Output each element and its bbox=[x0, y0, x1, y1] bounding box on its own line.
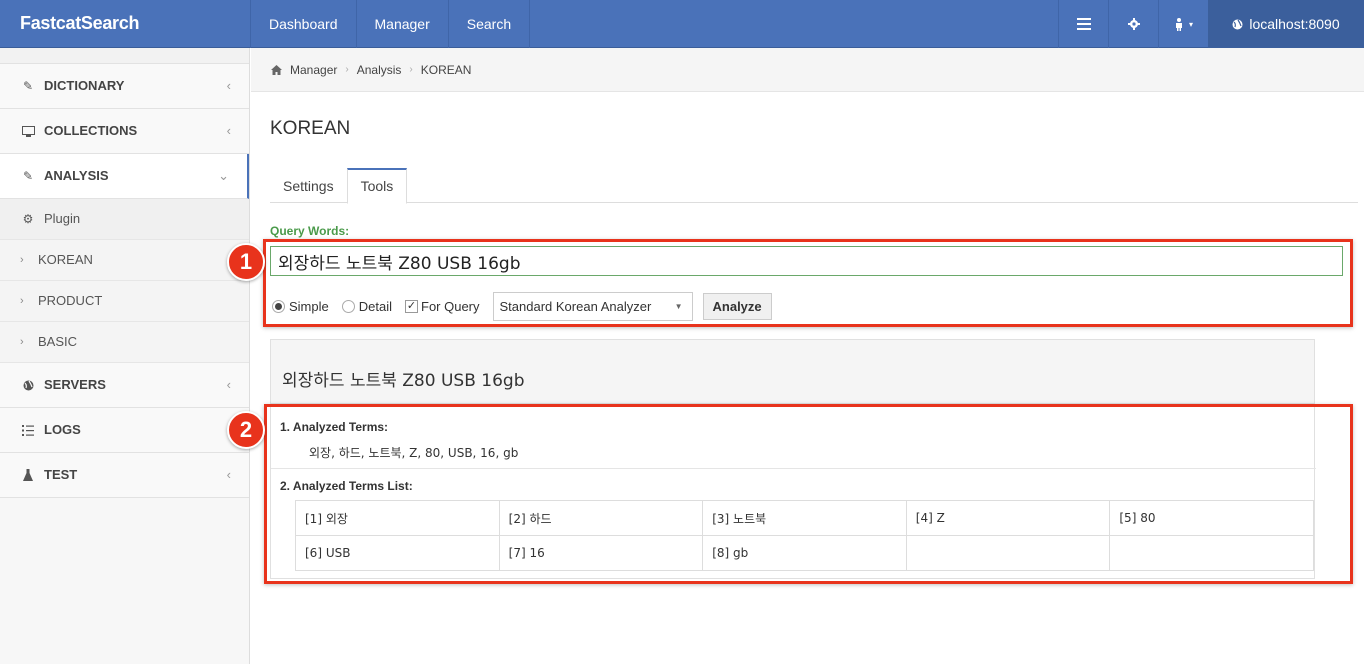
sidebar-subitem-label: PRODUCT bbox=[38, 293, 103, 308]
breadcrumb-separator-icon: › bbox=[345, 64, 349, 75]
breadcrumb-manager[interactable]: Manager bbox=[290, 63, 337, 77]
breadcrumb: Manager › Analysis › KOREAN bbox=[251, 48, 1364, 92]
chevron-right-icon: › bbox=[20, 254, 24, 266]
sidebar-item-dictionary[interactable]: ✎ DICTIONARY ‹ bbox=[0, 64, 249, 109]
highlight-box-2 bbox=[264, 404, 1353, 584]
highlight-box-1 bbox=[263, 239, 1353, 327]
breadcrumb-analysis[interactable]: Analysis bbox=[357, 63, 402, 77]
globe-icon bbox=[1232, 19, 1243, 29]
sidebar: ✎ DICTIONARY ‹ COLLECTIONS ‹ ✎ ANALYSIS … bbox=[0, 48, 250, 664]
sidebar-item-label: COLLECTIONS bbox=[44, 123, 138, 138]
chevron-left-icon: ‹ bbox=[226, 377, 231, 392]
annotation-badge-2: 2 bbox=[227, 411, 265, 449]
sidebar-item-label: SERVERS bbox=[44, 377, 106, 392]
user-menu-button[interactable]: ▾ bbox=[1158, 0, 1208, 48]
chevron-left-icon: ‹ bbox=[226, 467, 231, 482]
sidebar-item-test[interactable]: TEST ‹ bbox=[0, 453, 249, 498]
sidebar-subitem-label: BASIC bbox=[38, 334, 78, 349]
chevron-down-icon: ▾ bbox=[1188, 19, 1193, 29]
sidebar-subitem-product[interactable]: › PRODUCT bbox=[0, 281, 249, 322]
sidebar-item-label: DICTIONARY bbox=[44, 78, 125, 93]
chevron-down-icon: ⌄ bbox=[218, 168, 229, 183]
chevron-left-icon: ‹ bbox=[226, 78, 231, 93]
annotation-badge-1: 1 bbox=[227, 243, 265, 281]
breadcrumb-separator-icon: › bbox=[409, 64, 413, 75]
nav-manager[interactable]: Manager bbox=[355, 0, 448, 48]
sidebar-subitem-plugin[interactable]: ⚙ Plugin bbox=[0, 199, 249, 240]
sidebar-item-analysis[interactable]: ✎ ANALYSIS ⌄ bbox=[0, 154, 249, 199]
server-selector[interactable]: localhost:8090 bbox=[1208, 0, 1364, 48]
chevron-right-icon: › bbox=[20, 295, 24, 307]
sidebar-subitem-basic[interactable]: › BASIC bbox=[0, 322, 249, 363]
sidebar-item-logs[interactable]: LOGS ‹ bbox=[0, 408, 249, 453]
sidebar-item-label: ANALYSIS bbox=[44, 168, 109, 183]
flask-icon bbox=[20, 469, 36, 481]
tab-bar: Settings Tools bbox=[270, 168, 1358, 204]
gears-icon: ⚙ bbox=[22, 212, 34, 226]
monitor-icon bbox=[20, 125, 36, 137]
edit-icon: ✎ bbox=[22, 169, 34, 183]
page-title: KOREAN bbox=[270, 118, 351, 139]
list-icon bbox=[1076, 18, 1091, 30]
nav-right: ▾ localhost:8090 bbox=[1058, 0, 1364, 48]
tab-settings[interactable]: Settings bbox=[270, 168, 347, 203]
breadcrumb-korean: KOREAN bbox=[420, 62, 472, 77]
edit-icon: ✎ bbox=[22, 79, 34, 93]
nav-dashboard[interactable]: Dashboard bbox=[250, 0, 356, 48]
home-icon[interactable] bbox=[271, 64, 282, 75]
server-label: localhost:8090 bbox=[1249, 16, 1340, 32]
settings-button[interactable] bbox=[1108, 0, 1158, 48]
sidebar-subitem-label: Plugin bbox=[44, 211, 81, 226]
list-ol-icon bbox=[20, 424, 36, 436]
query-words-label: Query Words: bbox=[270, 224, 350, 238]
sidebar-item-label: TEST bbox=[44, 467, 78, 482]
sidebar-item-label: LOGS bbox=[44, 422, 81, 437]
user-icon bbox=[1175, 17, 1182, 31]
gear-icon bbox=[1127, 18, 1140, 30]
top-navbar: FastcatSearch Dashboard Manager Search ▾… bbox=[0, 0, 1364, 48]
globe-icon bbox=[20, 380, 36, 391]
sidebar-item-servers[interactable]: SERVERS ‹ bbox=[0, 363, 249, 408]
brand-logo[interactable]: FastcatSearch bbox=[20, 13, 139, 34]
nav-search[interactable]: Search bbox=[447, 0, 531, 48]
chevron-right-icon: › bbox=[20, 336, 24, 348]
chevron-left-icon: ‹ bbox=[226, 123, 231, 138]
main-nav: Dashboard Manager Search bbox=[250, 0, 531, 48]
sidebar-top-spacer bbox=[0, 48, 249, 64]
tab-tools[interactable]: Tools bbox=[346, 168, 408, 204]
sidebar-subitem-label: KOREAN bbox=[38, 252, 93, 267]
sidebar-item-collections[interactable]: COLLECTIONS ‹ bbox=[0, 109, 249, 154]
result-heading: 외장하드 노트북 Z80 USB 16gb bbox=[271, 340, 1314, 404]
sidebar-subitem-korean[interactable]: › KOREAN bbox=[0, 240, 249, 281]
tasks-button[interactable] bbox=[1058, 0, 1108, 48]
